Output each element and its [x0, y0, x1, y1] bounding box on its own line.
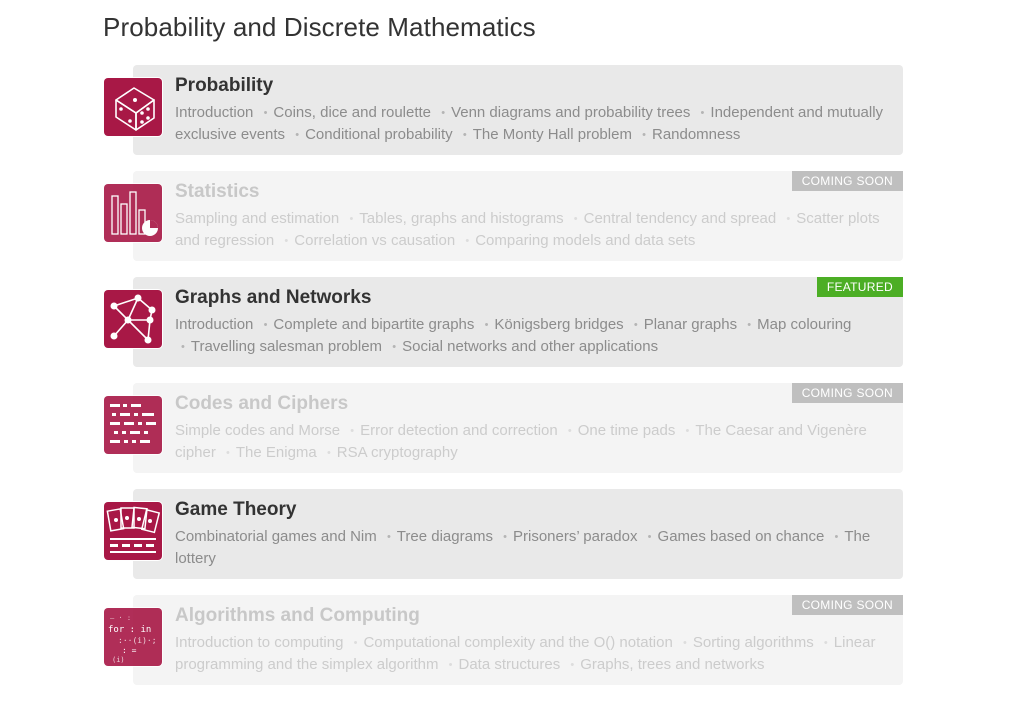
topic-item: Computational complexity and the O() not… — [348, 634, 673, 651]
svg-text::··(i)·;: :··(i)·; — [118, 636, 157, 645]
topic-item: Introduction to computing — [175, 634, 344, 651]
topic-item: Central tendency and spread — [568, 210, 777, 227]
topic-item[interactable]: Randomness — [636, 126, 740, 143]
course-game-theory: Game Theory Combinatorial games and Nim … — [103, 489, 903, 579]
bar-chart-icon — [103, 183, 163, 243]
topic-item[interactable]: Combinatorial games and Nim — [175, 528, 377, 545]
topic-item[interactable]: Planar graphs — [628, 316, 737, 333]
topic-item[interactable]: Conditional probability — [289, 126, 452, 143]
course-card[interactable]: Probability Introduction Coins, dice and… — [133, 65, 903, 155]
course-codes-and-ciphers: Codes and Ciphers Simple codes and Morse… — [103, 383, 903, 473]
topic-item: Tables, graphs and histograms — [343, 210, 563, 227]
network-graph-icon[interactable] — [103, 289, 163, 349]
code-icon: – · : for : in :··(i)·; : = (i) — [103, 607, 163, 667]
topic-item[interactable]: Introduction — [175, 104, 253, 121]
course-probability: Probability Introduction Coins, dice and… — [103, 65, 903, 155]
topic-item: RSA cryptography — [321, 444, 458, 461]
dice-icon[interactable] — [103, 77, 163, 137]
course-title: Probability — [175, 75, 274, 96]
topic-item[interactable]: Map colouring — [741, 316, 851, 333]
topic-item[interactable]: Travelling salesman problem — [175, 338, 382, 355]
coming-soon-badge: COMING SOON — [791, 595, 903, 615]
topic-item[interactable]: Introduction — [175, 316, 253, 333]
course-card: Codes and Ciphers Simple codes and Morse… — [133, 383, 903, 473]
topic-list: Simple codes and Morse Error detection a… — [175, 420, 889, 464]
course-card[interactable]: Graphs and Networks Introduction Complet… — [133, 277, 903, 367]
topic-item: Error detection and correction — [344, 422, 557, 439]
course-algorithms-and-computing: Algorithms and Computing Introduction to… — [103, 595, 903, 685]
topic-item: Simple codes and Morse — [175, 422, 341, 439]
playing-cards-icon[interactable] — [103, 501, 163, 561]
topic-item[interactable]: Social networks and other applications — [386, 338, 658, 355]
topic-item: One time pads — [562, 422, 675, 439]
code-icon-line: for : in — [108, 625, 151, 635]
topic-list: Combinatorial games and Nim Tree diagram… — [175, 526, 889, 570]
course-title: Game Theory — [175, 499, 297, 520]
topic-item[interactable]: Königsberg bridges — [479, 316, 624, 333]
topic-item[interactable]: Prisoners’ paradox — [497, 528, 637, 545]
featured-badge: FEATURED — [816, 277, 903, 297]
topic-item[interactable]: The Monty Hall problem — [457, 126, 632, 143]
topic-item: Correlation vs causation — [278, 232, 455, 249]
course-title: Codes and Ciphers — [175, 393, 349, 414]
code-icon-line: (i) — [112, 656, 125, 664]
course-card: Algorithms and Computing Introduction to… — [133, 595, 903, 685]
course-card[interactable]: Game Theory Combinatorial games and Nim … — [133, 489, 903, 579]
topic-item[interactable]: Tree diagrams — [381, 528, 493, 545]
svg-text:– · :: – · : — [110, 614, 131, 622]
topic-item: The Enigma — [220, 444, 317, 461]
course-list: Probability Introduction Coins, dice and… — [103, 65, 903, 701]
page-title: Probability and Discrete Mathematics — [103, 12, 536, 42]
topic-item: Data structures — [443, 656, 561, 673]
topic-item[interactable]: Games based on chance — [642, 528, 825, 545]
topic-item[interactable]: Complete and bipartite graphs — [258, 316, 475, 333]
topic-item: Sorting algorithms — [677, 634, 814, 651]
morse-code-icon — [103, 395, 163, 455]
code-icon-line: : = — [122, 646, 137, 655]
topic-list: Introduction Complete and bipartite grap… — [175, 314, 889, 358]
course-title: Algorithms and Computing — [175, 605, 420, 626]
course-statistics: Statistics Sampling and estimation Table… — [103, 171, 903, 261]
topic-item: Comparing models and data sets — [459, 232, 695, 249]
topic-item[interactable]: Coins, dice and roulette — [258, 104, 431, 121]
topic-item: Graphs, trees and networks — [564, 656, 764, 673]
course-graphs-and-networks: Graphs and Networks Introduction Complet… — [103, 277, 903, 367]
topic-list: Introduction Coins, dice and roulette Ve… — [175, 102, 889, 146]
course-title: Statistics — [175, 181, 260, 202]
topic-item: Sampling and estimation — [175, 210, 340, 227]
course-title: Graphs and Networks — [175, 287, 372, 308]
topic-list: Sampling and estimation Tables, graphs a… — [175, 208, 889, 252]
course-card: Statistics Sampling and estimation Table… — [133, 171, 903, 261]
topic-item[interactable]: Venn diagrams and probability trees — [435, 104, 690, 121]
topic-list: Introduction to computing Computational … — [175, 632, 889, 676]
coming-soon-badge: COMING SOON — [791, 383, 903, 403]
coming-soon-badge: COMING SOON — [791, 171, 903, 191]
